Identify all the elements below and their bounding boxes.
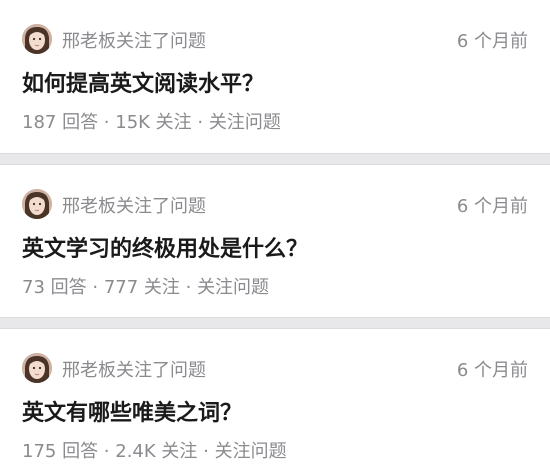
question-stats: 187 回答 · 15K 关注 · 关注问题	[22, 108, 281, 134]
question-title[interactable]: 英文有哪些唯美之词？	[22, 395, 528, 427]
answer-count: 175 回答	[22, 441, 99, 462]
answer-count: 73 回答	[22, 277, 87, 298]
follow-question-button[interactable]: 关注问题	[215, 441, 287, 462]
stats-separator: ·	[86, 277, 104, 298]
timestamp: 6 个月前	[456, 31, 528, 52]
follow-count: 777 关注	[103, 277, 180, 298]
avatar[interactable]	[22, 353, 52, 383]
question-stats: 73 回答 · 777 关注 · 关注问题	[22, 273, 269, 299]
stats-separator: ·	[98, 112, 116, 133]
activity-text: 邢老板关注了问题	[62, 360, 206, 381]
timestamp: 6 个月前	[456, 360, 528, 381]
follow-question-button[interactable]: 关注问题	[197, 277, 269, 298]
stats-separator: ·	[179, 277, 198, 298]
follow-count: 15K 关注	[115, 112, 192, 133]
question-title[interactable]: 英文学习的终极用处是什么？	[22, 231, 528, 263]
question-stats: 175 回答 · 2.4K 关注 · 关注问题	[22, 437, 287, 463]
card-meta-row: 邢老板关注了问题 6 个月前	[22, 24, 528, 56]
follow-count: 2.4K 关注	[115, 441, 198, 462]
question-title[interactable]: 如何提高英文阅读水平？	[22, 66, 528, 98]
feed-card[interactable]: 邢老板关注了问题 6 个月前 如何提高英文阅读水平？ 187 回答 · 15K …	[0, 0, 550, 154]
timestamp: 6 个月前	[456, 196, 528, 217]
card-meta-row: 邢老板关注了问题 6 个月前	[22, 189, 528, 221]
activity-feed: 邢老板关注了问题 6 个月前 如何提高英文阅读水平？ 187 回答 · 15K …	[0, 0, 550, 476]
stats-separator: ·	[191, 112, 209, 133]
stats-separator: ·	[197, 441, 215, 462]
stats-separator: ·	[98, 441, 116, 462]
feed-card[interactable]: 邢老板关注了问题 6 个月前 英文学习的终极用处是什么？ 73 回答 · 777…	[0, 164, 550, 318]
follow-question-button[interactable]: 关注问题	[209, 112, 281, 133]
avatar[interactable]	[22, 24, 52, 54]
avatar[interactable]	[22, 189, 52, 219]
activity-text: 邢老板关注了问题	[62, 31, 206, 52]
feed-card[interactable]: 邢老板关注了问题 6 个月前 英文有哪些唯美之词？ 175 回答 · 2.4K …	[0, 328, 550, 476]
card-meta-row: 邢老板关注了问题 6 个月前	[22, 353, 528, 385]
activity-text: 邢老板关注了问题	[62, 196, 206, 217]
answer-count: 187 回答	[22, 112, 99, 133]
